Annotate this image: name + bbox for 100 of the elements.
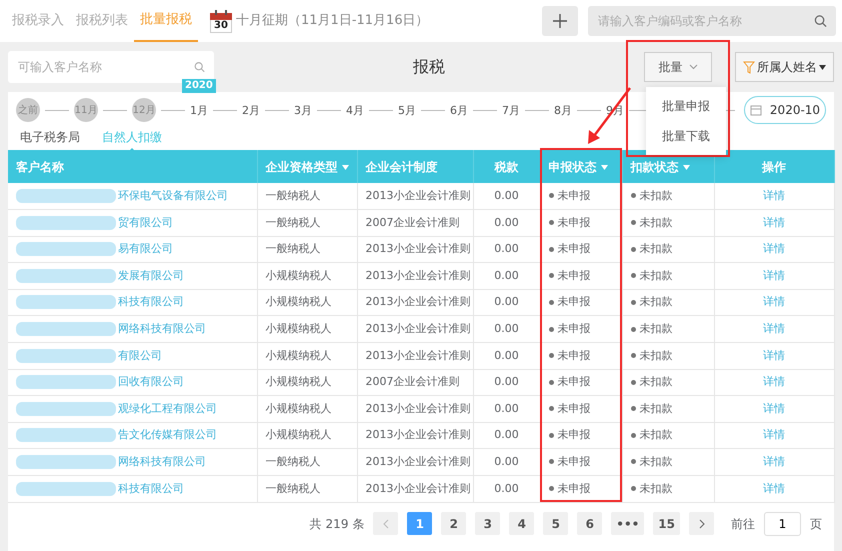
timeline-month[interactable]: 12月 bbox=[132, 98, 156, 122]
status-text: 未扣款 bbox=[640, 482, 672, 495]
timeline-month[interactable]: 4月 bbox=[346, 104, 364, 117]
page-button[interactable]: ••• bbox=[611, 512, 644, 536]
status-dot bbox=[630, 193, 636, 198]
status-text: 未申报 bbox=[558, 428, 590, 442]
details-link[interactable]: 详情 bbox=[763, 322, 785, 336]
details-link[interactable]: 详情 bbox=[763, 268, 785, 282]
timeline-month[interactable]: 7月 bbox=[502, 104, 520, 117]
column-header: 企业会计制度 bbox=[357, 150, 473, 183]
status-dot bbox=[548, 406, 554, 412]
company-link[interactable]: 网络科技有限公司 bbox=[118, 454, 206, 468]
previous-page-button[interactable] bbox=[373, 512, 398, 536]
table-cell: 2013小企业会计准则 bbox=[366, 348, 470, 362]
table-cell: 2013小企业会计准则 bbox=[366, 268, 470, 282]
timeline-month[interactable]: 1月 bbox=[190, 104, 208, 117]
page-button[interactable]: 1 bbox=[407, 512, 432, 536]
company-link[interactable]: 网络科技有限公司 bbox=[118, 322, 206, 336]
table-cell: 2013小企业会计准则 bbox=[366, 402, 470, 415]
timeline-month[interactable]: 6月 bbox=[450, 104, 468, 117]
next-page-button[interactable] bbox=[689, 512, 714, 536]
page-button[interactable]: 3 bbox=[475, 512, 500, 536]
details-link[interactable]: 详情 bbox=[763, 482, 785, 495]
page-button[interactable]: 4 bbox=[509, 512, 534, 536]
table-cell: 2013小企业会计准则 bbox=[366, 428, 470, 442]
company-link[interactable]: 环保电气设备有限公司 bbox=[118, 188, 228, 202]
page-number-field[interactable]: 1 bbox=[764, 512, 801, 536]
details-link[interactable]: 详情 bbox=[763, 402, 785, 415]
sub-tab[interactable]: 自然人扣缴 bbox=[102, 128, 162, 146]
status-dot bbox=[548, 380, 554, 385]
table-cell: 小规模纳税人 bbox=[266, 322, 332, 336]
calendar-icon bbox=[210, 10, 232, 20]
total-count: 共 219 条 bbox=[310, 516, 364, 533]
status-dot bbox=[630, 380, 636, 385]
status-dot bbox=[630, 246, 636, 252]
timeline-month[interactable]: 5月 bbox=[398, 104, 416, 117]
details-link[interactable]: 详情 bbox=[763, 375, 785, 388]
column-header: 操作 bbox=[714, 150, 834, 183]
date-field[interactable]: 2020-10 bbox=[744, 96, 826, 124]
company-link[interactable]: 观绿化工程有限公司 bbox=[118, 402, 217, 415]
filter-button[interactable]: 所属人姓名 bbox=[735, 52, 834, 82]
column-header[interactable]: 企业资格类型 bbox=[257, 150, 357, 183]
timeline-month[interactable]: 3月 bbox=[294, 104, 312, 117]
nav-tab[interactable]: 报税录入 bbox=[6, 0, 70, 42]
table-cell: 0.00 bbox=[494, 375, 519, 388]
company-link[interactable]: 贸有限公司 bbox=[118, 216, 173, 229]
status-dot bbox=[630, 486, 636, 492]
goto-label: 前往 bbox=[731, 516, 755, 533]
search-field[interactable]: 请输入客户编码或客户名称 bbox=[588, 6, 836, 36]
status-dot bbox=[548, 246, 554, 252]
status-text: 未扣款 bbox=[640, 375, 672, 388]
timeline-month[interactable]: 2月 bbox=[242, 104, 260, 117]
page-button[interactable]: 2 bbox=[441, 512, 466, 536]
table-cell: 一般纳税人 bbox=[266, 188, 320, 202]
column-header: 税款 bbox=[473, 150, 540, 183]
table-cell: 2013小企业会计准则 bbox=[366, 454, 470, 468]
timeline-month[interactable]: 8月 bbox=[554, 104, 572, 117]
details-link[interactable]: 详情 bbox=[763, 188, 785, 202]
annotation-arrow bbox=[588, 87, 631, 144]
table-cell: 0.00 bbox=[494, 322, 519, 336]
company-link[interactable]: 科技有限公司 bbox=[118, 295, 184, 308]
details-link[interactable]: 详情 bbox=[763, 242, 785, 256]
funnel-icon bbox=[743, 60, 755, 74]
details-link[interactable]: 详情 bbox=[763, 348, 785, 362]
status-text: 未扣款 bbox=[640, 242, 672, 256]
nav-tab[interactable]: 报税列表 bbox=[70, 0, 134, 42]
batch-dropdown-button[interactable]: 批量 bbox=[644, 52, 712, 82]
timeline-month[interactable]: 之前 bbox=[16, 98, 40, 122]
status-dot bbox=[548, 459, 554, 464]
table-cell: 2013小企业会计准则 bbox=[366, 322, 470, 336]
table-cell: 小规模纳税人 bbox=[266, 268, 332, 282]
details-link[interactable]: 详情 bbox=[763, 454, 785, 468]
sub-tab[interactable]: 电子税务局 bbox=[20, 128, 80, 146]
column-header[interactable]: 申报状态 bbox=[540, 150, 622, 183]
add-button[interactable] bbox=[542, 6, 578, 36]
page-button[interactable]: 5 bbox=[543, 512, 568, 536]
status-dot bbox=[630, 273, 636, 278]
table-cell: 一般纳税人 bbox=[266, 216, 320, 229]
company-link[interactable]: 告文化传媒有限公司 bbox=[118, 428, 217, 442]
status-dot bbox=[548, 300, 554, 305]
column-header: 客户名称 bbox=[8, 150, 257, 183]
company-link[interactable]: 科技有限公司 bbox=[118, 482, 184, 495]
company-link[interactable]: 发展有限公司 bbox=[118, 268, 184, 282]
page-button[interactable]: 15 bbox=[653, 512, 680, 536]
status-text: 未扣款 bbox=[640, 295, 672, 308]
company-link[interactable]: 有限公司 bbox=[118, 348, 162, 362]
company-link[interactable]: 回收有限公司 bbox=[118, 375, 184, 388]
status-text: 未扣款 bbox=[640, 428, 672, 442]
status-dot bbox=[548, 193, 554, 198]
plus-icon bbox=[552, 13, 568, 29]
timeline-month[interactable]: 11月 bbox=[74, 98, 98, 122]
menu-item[interactable]: 批量下载 bbox=[646, 121, 726, 151]
menu-item[interactable]: 批量申报 bbox=[646, 91, 726, 121]
page-button[interactable]: 6 bbox=[577, 512, 602, 536]
company-link[interactable]: 易有限公司 bbox=[118, 242, 173, 256]
status-text: 未申报 bbox=[558, 268, 590, 282]
details-link[interactable]: 详情 bbox=[763, 428, 785, 442]
details-link[interactable]: 详情 bbox=[763, 216, 785, 229]
calendar-day: 30 bbox=[210, 20, 232, 32]
details-link[interactable]: 详情 bbox=[763, 295, 785, 308]
